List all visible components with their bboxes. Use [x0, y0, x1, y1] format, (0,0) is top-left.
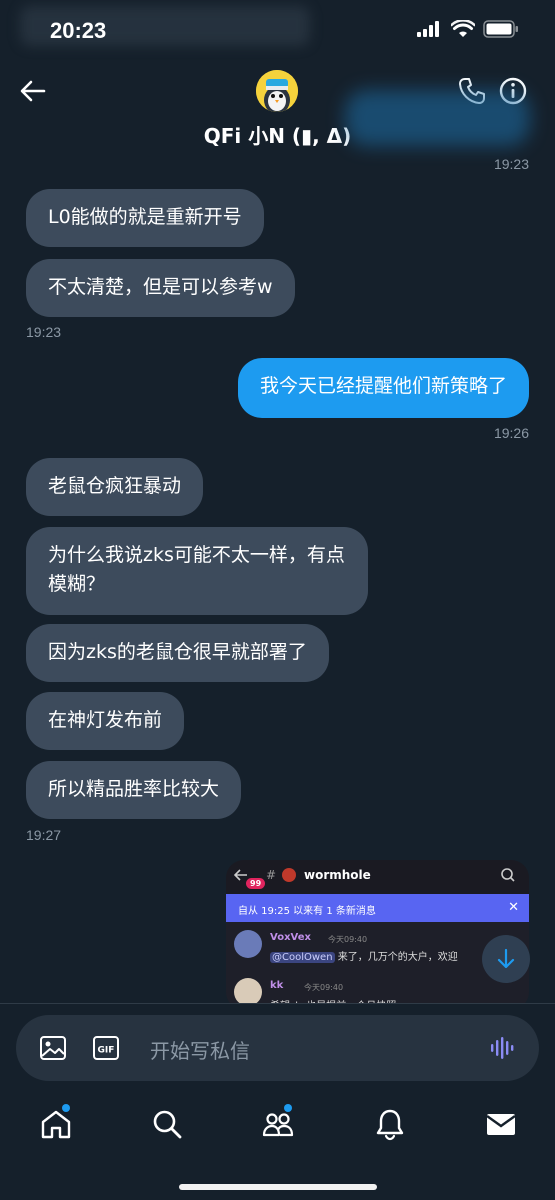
card-msg1-text: 来了，几万个的大户，欢迎: [337, 952, 458, 963]
bottom-navigation: [0, 1095, 555, 1200]
message-bubble-outgoing[interactable]: 我今天已经提醒他们新策略了: [237, 358, 529, 418]
status-icons: [417, 20, 519, 38]
communities-notification-dot: [284, 1104, 292, 1112]
scroll-down-icon: [497, 948, 515, 969]
message-bubble-incoming[interactable]: 为什么我说zks可能不太一样，有点模糊？: [26, 527, 368, 615]
card-avatar: [234, 978, 262, 1006]
card-topbar: 99 # wormhole: [226, 860, 529, 894]
back-arrow-icon[interactable]: [18, 76, 48, 106]
home-icon[interactable]: [39, 1107, 73, 1141]
card-mention: @CoolOwen: [270, 952, 335, 963]
card-channel-name: wormhole: [304, 868, 371, 882]
battery-icon: [483, 20, 518, 38]
status-bar: 20:23: [0, 0, 555, 64]
card-close-icon: ✕: [508, 900, 519, 915]
card-search-icon: [501, 868, 515, 882]
message-bubble-incoming[interactable]: 所以精品胜率比较大: [26, 761, 242, 819]
message-timestamp: 19:23: [26, 324, 62, 340]
message-bubble-incoming[interactable]: 老鼠仓疯狂暴动: [26, 458, 204, 516]
home-notification-dot: [62, 1104, 70, 1112]
card-msg2-user: kk: [270, 980, 284, 991]
card-msg1-user: VoxVex: [270, 932, 311, 943]
search-icon[interactable]: [150, 1107, 184, 1141]
message-bubble-incoming[interactable]: L0能做的就是重新开号: [26, 189, 264, 247]
svg-text:GIF: GIF: [98, 1046, 115, 1056]
message-bubble-incoming[interactable]: 因为zks的老鼠仓很早就部署了: [26, 624, 329, 682]
image-icon[interactable]: [39, 1034, 67, 1062]
message-timestamp: 19:23: [493, 156, 529, 172]
wifi-icon: [451, 20, 475, 37]
avatar[interactable]: [256, 70, 298, 112]
card-channel-emoji-icon: [282, 868, 296, 882]
cellular-signal-icon: [417, 21, 439, 37]
blurred-outgoing-bubble: [345, 90, 530, 146]
gif-icon[interactable]: GIF: [92, 1034, 120, 1062]
card-banner-text: 自从 19:25 以来有 1 条新消息: [238, 906, 376, 917]
notifications-icon[interactable]: [373, 1107, 407, 1141]
messages-icon[interactable]: [484, 1107, 518, 1141]
card-new-message-banner: 自从 19:25 以来有 1 条新消息 ✕: [226, 894, 529, 922]
message-timestamp: 19:27: [26, 827, 62, 843]
card-hash-icon: #: [266, 868, 277, 882]
card-avatar: [234, 930, 262, 958]
message-timestamp: 19:26: [493, 425, 529, 441]
communities-icon[interactable]: [261, 1107, 295, 1141]
card-msg2-time: 今天09:40: [304, 983, 344, 992]
card-unread-badge: 99: [246, 878, 266, 889]
avatar-penguin-icon: [256, 70, 298, 112]
message-bubble-incoming[interactable]: 不太清楚，但是可以参考w: [26, 259, 295, 317]
message-composer[interactable]: GIF 开始写私信: [16, 1015, 539, 1081]
message-input-placeholder[interactable]: 开始写私信: [150, 1035, 250, 1064]
message-bubble-incoming[interactable]: 在神灯发布前: [26, 692, 185, 750]
card-msg1-time: 今天09:40: [328, 935, 368, 944]
card-msg1-content: @CoolOwen 来了，几万个的大户，欢迎: [270, 948, 458, 963]
scroll-to-bottom-button[interactable]: [482, 935, 530, 983]
home-indicator: [179, 1184, 377, 1190]
status-time: 20:23: [50, 18, 107, 43]
voice-icon[interactable]: [488, 1034, 516, 1062]
shared-image-attachment[interactable]: 99 # wormhole 自从 19:25 以来有 1 条新消息 ✕ VoxV…: [226, 860, 529, 1010]
